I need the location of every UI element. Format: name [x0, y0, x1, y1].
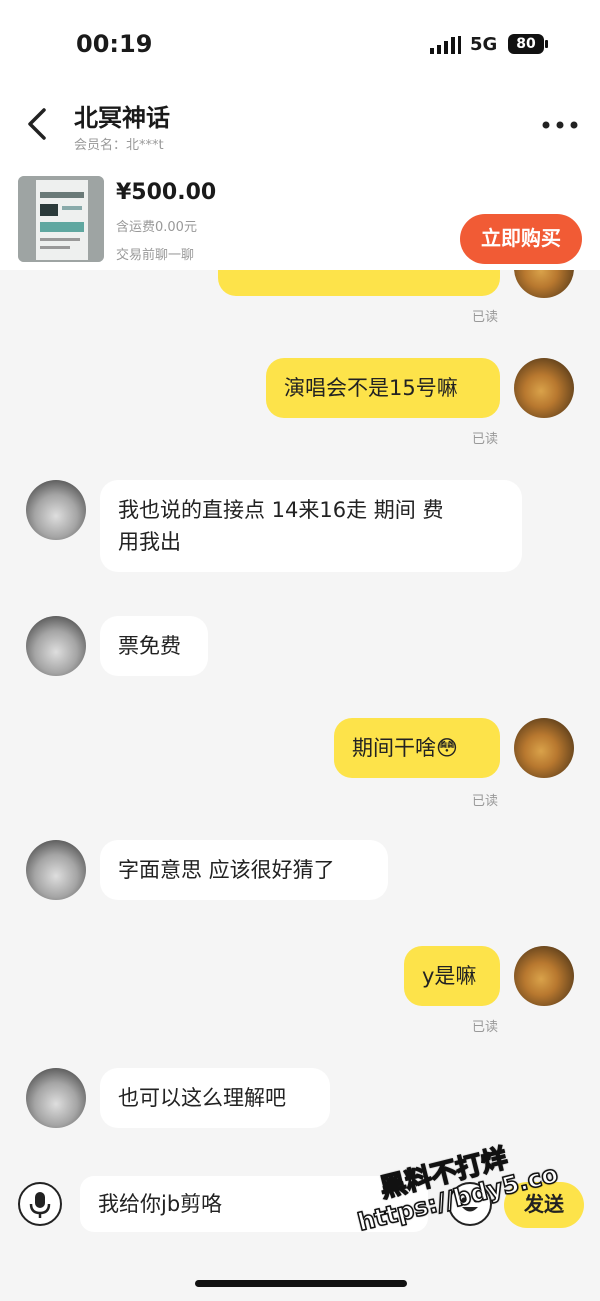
ticket-image-icon: [18, 176, 104, 262]
status-bar: 00:19 5G 80: [0, 0, 600, 90]
home-indicator[interactable]: [195, 1280, 407, 1287]
my-avatar[interactable]: [514, 358, 574, 418]
message-text: 字面意思 应该很好猜了: [118, 858, 335, 882]
contact-avatar[interactable]: [26, 840, 86, 900]
network-type: 5G: [470, 34, 498, 55]
message-bubble-mine: 期间干啥😳: [334, 718, 500, 778]
status-time: 00:19: [76, 30, 153, 58]
chat-hint: 交易前聊一聊: [116, 248, 195, 263]
message-bubble-mine: y是嘛: [404, 946, 500, 1006]
seller-name: 北冥神话: [74, 104, 170, 132]
read-receipt: 已读: [472, 432, 499, 447]
voice-input-button[interactable]: [18, 1182, 62, 1226]
back-arrow-icon[interactable]: [22, 104, 52, 144]
message-text-line: 我也说的直接点 14来16走 期间 费: [118, 498, 444, 522]
member-name: 会员名：北***t: [74, 138, 164, 153]
product-price: ¥500.00: [116, 180, 217, 205]
my-avatar[interactable]: [514, 946, 574, 1006]
shipping-fee: 含运费0.00元: [116, 220, 197, 235]
message-bubble-theirs: 票免费: [100, 616, 208, 676]
read-receipt: 已读: [472, 794, 499, 809]
message-text: 也可以这么理解吧: [118, 1086, 286, 1110]
message-bubble-previous: [218, 270, 500, 296]
contact-avatar[interactable]: [26, 1068, 86, 1128]
message-text: 期间干啥😳: [352, 736, 458, 760]
buy-now-button[interactable]: 立即购买: [460, 214, 582, 264]
message-bubble-theirs: 字面意思 应该很好猜了: [100, 840, 388, 900]
microphone-icon: [29, 1192, 51, 1218]
message-text: 演唱会不是15号嘛: [284, 376, 458, 400]
contact-avatar[interactable]: [26, 480, 86, 540]
battery-tip: [545, 40, 548, 48]
read-receipt: 已读: [472, 1020, 499, 1035]
message-bubble-theirs: 也可以这么理解吧: [100, 1068, 330, 1128]
battery-icon: 80: [508, 34, 544, 54]
my-avatar[interactable]: [514, 270, 574, 298]
more-options-icon[interactable]: [540, 116, 580, 134]
message-text: 票免费: [118, 634, 181, 658]
message-text: y是嘛: [422, 964, 477, 988]
contact-avatar[interactable]: [26, 616, 86, 676]
my-avatar[interactable]: [514, 718, 574, 778]
read-receipt: 已读: [472, 310, 499, 325]
message-bubble-theirs: 我也说的直接点 14来16走 期间 费 用我出: [100, 480, 522, 572]
message-text-line: 用我出: [118, 530, 181, 554]
signal-icon: [430, 36, 461, 54]
message-list[interactable]: 已读 演唱会不是15号嘛 已读 我也说的直接点 14来16走 期间 费 用我出 …: [0, 270, 600, 1160]
message-bubble-mine: 演唱会不是15号嘛: [266, 358, 500, 418]
product-thumbnail[interactable]: [18, 176, 104, 262]
